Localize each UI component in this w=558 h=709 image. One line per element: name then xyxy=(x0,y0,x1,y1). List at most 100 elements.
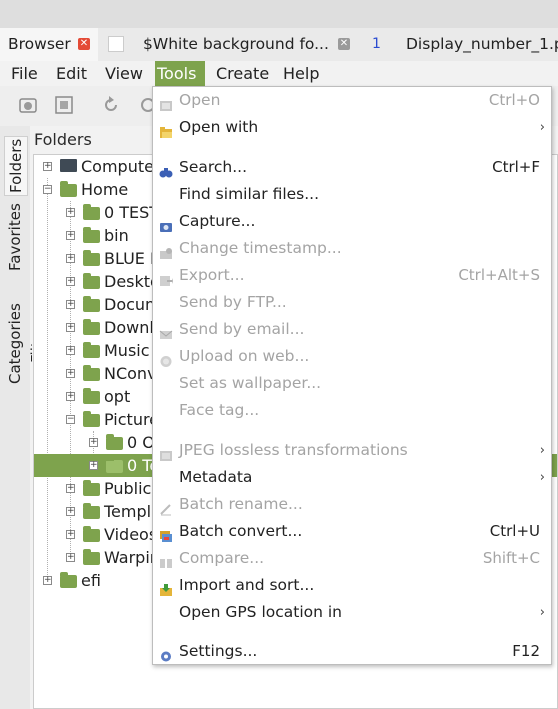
open-icon xyxy=(159,94,173,111)
fullscreen-icon[interactable] xyxy=(54,95,74,115)
menu-item-find-similar[interactable]: Find similar files... xyxy=(153,181,551,208)
folder-icon xyxy=(83,296,100,312)
menu-item-shortcut: Ctrl+Alt+S xyxy=(458,266,540,284)
side-tab-favorites[interactable]: Favorites xyxy=(4,202,26,272)
rename-icon xyxy=(159,498,173,516)
menu-item-metadata[interactable]: Metadata › xyxy=(153,464,551,491)
menu-item-settings[interactable]: Settings... F12 xyxy=(153,638,551,665)
expand-icon[interactable]: + xyxy=(66,392,75,401)
acquire-icon[interactable] xyxy=(18,95,38,115)
menu-item-capture[interactable]: Capture... xyxy=(153,208,551,235)
expand-icon[interactable]: + xyxy=(66,553,75,562)
tree-item-label: NConv xyxy=(104,364,157,383)
expand-icon[interactable]: + xyxy=(66,369,75,378)
folder-icon xyxy=(83,342,100,358)
timestamp-icon xyxy=(159,242,173,259)
expand-icon[interactable]: + xyxy=(66,208,75,217)
folder-icon xyxy=(106,434,123,450)
menu-item-label: Export... xyxy=(179,266,245,284)
menu-item-label: Send by email... xyxy=(179,320,305,338)
menu-item-label: Settings... xyxy=(179,642,258,660)
tree-item-label: BLUE F xyxy=(104,249,160,268)
globe-icon xyxy=(159,350,173,367)
menu-item-upload-web[interactable]: Upload on web... xyxy=(153,343,551,370)
image-thumbnail-icon xyxy=(108,36,124,52)
menu-item-label: Open GPS location in xyxy=(179,603,343,621)
tree-item-label: 0 TEST xyxy=(104,203,160,222)
expand-icon[interactable]: + xyxy=(43,576,52,585)
expand-icon[interactable]: + xyxy=(66,507,75,516)
menu-item-export[interactable]: Export... Ctrl+Alt+S xyxy=(153,262,551,289)
menu-item-change-timestamp[interactable]: Change timestamp... xyxy=(153,235,551,262)
import-icon xyxy=(159,579,173,596)
menu-item-label: Compare... xyxy=(179,549,265,567)
menu-item-face-tag[interactable]: Face tag... xyxy=(153,397,551,424)
expand-icon[interactable]: + xyxy=(89,461,98,470)
menu-item-label: Capture... xyxy=(179,212,256,230)
menu-item-label: Batch rename... xyxy=(179,495,303,513)
menu-help[interactable]: Help xyxy=(281,61,321,86)
side-tabs: Folders Favorites Categories Filter xyxy=(0,126,46,709)
menu-item-compare[interactable]: Compare... Shift+C xyxy=(153,545,551,572)
menu-item-open[interactable]: Open Ctrl+O xyxy=(153,87,551,114)
compare-icon xyxy=(159,552,173,568)
folder-icon xyxy=(83,273,100,289)
tree-item-label: Home xyxy=(81,180,129,199)
folder-icon xyxy=(83,204,100,220)
folder-icon xyxy=(83,411,100,427)
rotate-left-icon[interactable] xyxy=(101,95,121,115)
menu-tools[interactable]: Tools xyxy=(155,61,205,86)
expand-icon[interactable]: + xyxy=(66,231,75,240)
tab-display-number[interactable]: 1 Display_number_1.pr xyxy=(360,28,558,61)
collapse-icon[interactable]: − xyxy=(66,415,75,424)
menu-item-jpeg-lossless[interactable]: JPEG lossless transformations › xyxy=(153,437,551,464)
side-tab-folders[interactable]: Folders xyxy=(4,136,28,196)
menu-item-import-sort[interactable]: Import and sort... xyxy=(153,572,551,599)
collapse-icon[interactable]: − xyxy=(43,185,52,194)
tab-white-background[interactable]: $White background fo... ✕ xyxy=(98,28,360,61)
expand-icon[interactable]: + xyxy=(66,300,75,309)
window-top-strip xyxy=(0,0,558,28)
close-icon[interactable]: ✕ xyxy=(78,38,90,50)
menu-item-label: JPEG lossless transformations xyxy=(179,441,408,459)
menu-file[interactable]: File xyxy=(9,61,40,86)
menu-item-open-gps[interactable]: Open GPS location in › xyxy=(153,599,551,626)
submenu-arrow-icon: › xyxy=(539,605,545,620)
menu-item-label: Change timestamp... xyxy=(179,239,342,257)
folder-icon xyxy=(83,319,100,335)
menu-item-label: Metadata xyxy=(179,468,253,486)
expand-icon[interactable]: + xyxy=(66,254,75,263)
expand-icon[interactable]: + xyxy=(66,346,75,355)
expand-icon[interactable]: + xyxy=(66,323,75,332)
tree-item-label: efi xyxy=(81,571,101,590)
menu-edit[interactable]: Edit xyxy=(54,61,89,86)
menu-item-batch-convert[interactable]: Batch convert... Ctrl+U xyxy=(153,518,551,545)
menu-item-label: Open with xyxy=(179,118,259,136)
expand-icon[interactable]: + xyxy=(66,530,75,539)
tab-browser[interactable]: Browser ✕ xyxy=(0,28,98,61)
close-icon[interactable]: ✕ xyxy=(338,38,350,50)
folder-icon xyxy=(83,250,100,266)
expand-icon[interactable]: + xyxy=(66,484,75,493)
tree-item-label: Public xyxy=(104,479,152,498)
tree-item-label: opt xyxy=(104,387,131,406)
jpeg-icon xyxy=(159,444,173,461)
folder-icon xyxy=(83,227,100,243)
menu-item-batch-rename[interactable]: Batch rename... xyxy=(153,491,551,518)
tab-white-background-label: $White background fo... xyxy=(143,35,329,53)
menu-view[interactable]: View xyxy=(103,61,145,86)
menu-item-set-wallpaper[interactable]: Set as wallpaper... xyxy=(153,370,551,397)
expand-icon[interactable]: + xyxy=(66,277,75,286)
menu-item-label: Upload on web... xyxy=(179,347,310,365)
side-tab-categories-filter[interactable]: Categories Filter xyxy=(4,283,46,405)
expand-icon[interactable]: + xyxy=(43,162,52,171)
menu-item-send-email[interactable]: Send by email... xyxy=(153,316,551,343)
folder-icon xyxy=(60,572,77,588)
menu-item-search[interactable]: Search... Ctrl+F xyxy=(153,154,551,181)
menu-item-open-with[interactable]: Open with › xyxy=(153,114,551,141)
menu-create[interactable]: Create xyxy=(214,61,271,86)
expand-icon[interactable]: + xyxy=(89,438,98,447)
gear-icon xyxy=(159,645,173,662)
tree-item-label: Downl xyxy=(104,318,154,337)
menu-item-send-ftp[interactable]: Send by FTP... xyxy=(153,289,551,316)
